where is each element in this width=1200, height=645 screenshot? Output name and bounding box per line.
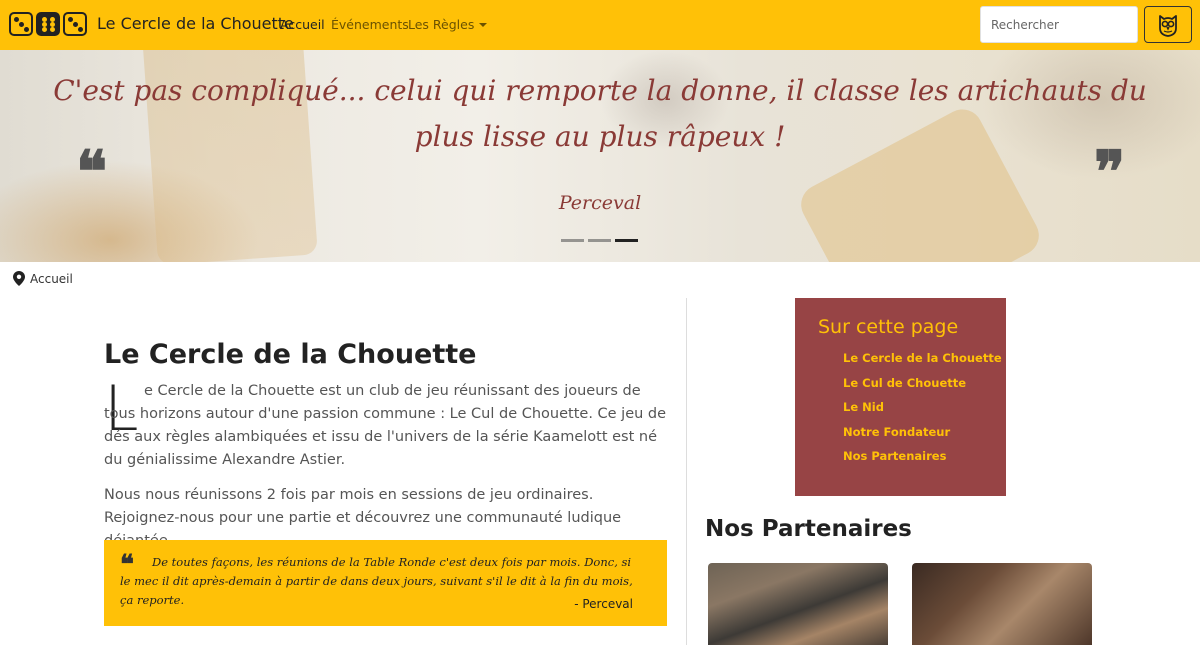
dice-logo[interactable] [9,12,87,36]
toc-item-cercle[interactable]: Le Cercle de la Chouette [843,346,1006,371]
quote-box: ❝ De toutes façons, les réunions de la T… [104,540,667,626]
caret-down-icon [479,23,488,27]
hero-quote-author: Perceval [558,192,642,214]
carousel-indicators [561,239,638,242]
navbar: Le Cercle de la Chouette Accueil Événeme… [0,0,1200,50]
search-button[interactable] [1144,6,1192,43]
nav-link-accueil[interactable]: Accueil [280,17,325,32]
toc-item-partenaires[interactable]: Nos Partenaires [843,444,1006,469]
partner-card-image[interactable] [912,563,1092,645]
partners-heading: Nos Partenaires [705,516,912,542]
nav-link-evenements[interactable]: Événements [331,17,409,32]
quote-box-text: De toutes façons, les réunions de la Tab… [120,553,643,610]
toc-item-nid[interactable]: Le Nid [843,395,1006,420]
column-divider [686,298,687,645]
brand-link[interactable]: Le Cercle de la Chouette [97,14,294,33]
breadcrumb: Accueil [13,271,73,286]
carousel-indicator-active[interactable] [615,239,638,242]
carousel-indicator[interactable] [561,239,584,242]
intro-paragraph: e Cercle de la Chouette est un club de j… [104,380,674,472]
map-pin-icon [13,271,25,286]
breadcrumb-home[interactable]: Accueil [30,272,73,286]
hero-quote: C'est pas compliqué... celui qui remport… [53,74,1147,153]
toc-item-cul-de-chouette[interactable]: Le Cul de Chouette [843,371,1006,396]
intro-text: e Cercle de la Chouette est un club de j… [104,383,667,468]
page-title: Le Cercle de la Chouette [104,339,477,370]
hero-carousel[interactable]: C'est pas compliqué... celui qui remport… [0,50,1200,262]
die-three-icon [63,12,87,36]
quote-box-text-content: De toutes façons, les réunions de la Tab… [120,555,633,607]
quote-mark-icon: ❝ [120,550,134,580]
die-three-icon [9,12,33,36]
quote-box-author: - Perceval [574,597,633,611]
toc-title: Sur cette page [818,316,959,338]
nav-dropdown-label: Les Règles [408,17,475,32]
toc-item-fondateur[interactable]: Notre Fondateur [843,420,1006,445]
carousel-indicator[interactable] [588,239,611,242]
nav-dropdown-regles[interactable]: Les Règles [408,17,488,32]
search-input[interactable] [980,6,1138,43]
owl-icon [1159,14,1177,37]
partner-card-image[interactable] [708,563,888,645]
die-six-icon [36,12,60,36]
table-of-contents: Sur cette page Le Cercle de la Chouette … [795,298,1006,496]
